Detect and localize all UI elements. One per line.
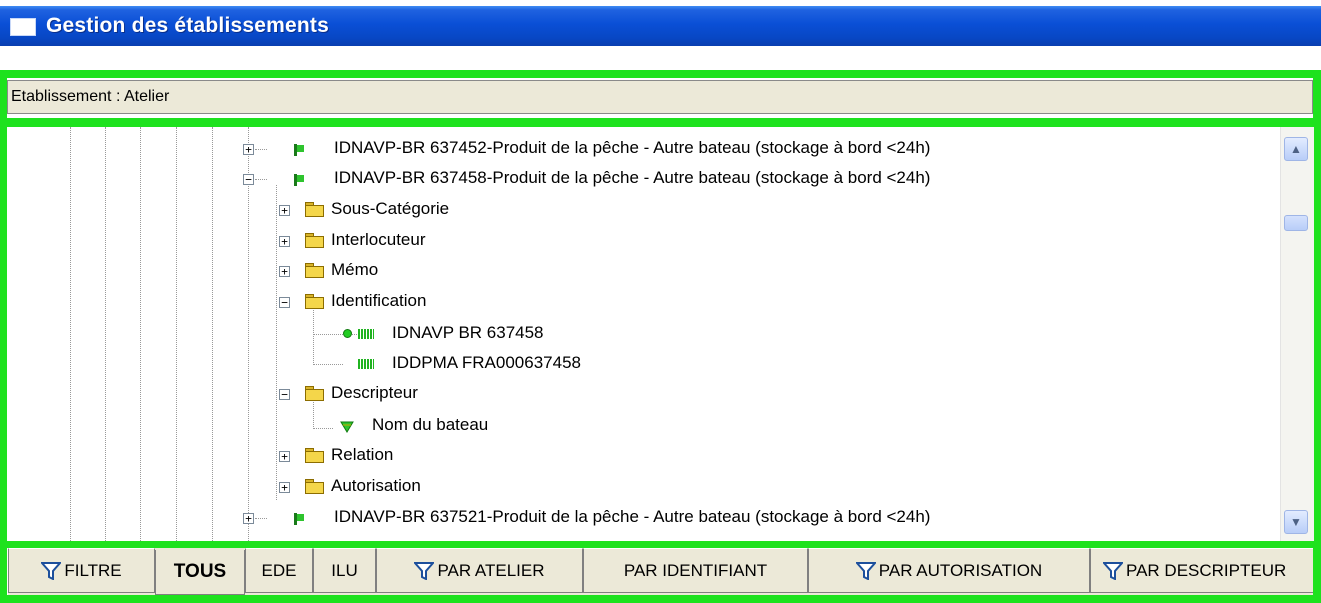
vertical-scrollbar[interactable]: ▲ ▼ bbox=[1280, 127, 1314, 541]
tree-guide bbox=[70, 127, 71, 541]
expand-toggle[interactable]: + bbox=[279, 451, 290, 462]
tree-guide bbox=[248, 127, 249, 541]
tree-guide bbox=[313, 399, 314, 429]
frame-left bbox=[0, 70, 7, 603]
collapse-toggle[interactable]: − bbox=[243, 174, 254, 185]
frame-bottom bbox=[0, 595, 1321, 603]
funnel-icon bbox=[41, 561, 62, 580]
tab-label: PAR AUTORISATION bbox=[878, 560, 1043, 580]
tree-node-identifier[interactable]: IDNAVP BR 637458 bbox=[392, 323, 544, 343]
establishment-icon bbox=[294, 144, 304, 156]
window-titlebar[interactable]: Gestion des établissements bbox=[0, 0, 1321, 46]
tree-connector bbox=[255, 179, 267, 180]
primary-identifier-icon bbox=[343, 329, 352, 338]
tab-par-descripteur[interactable]: PAR DESCRIPTEUR bbox=[1090, 548, 1313, 593]
expand-toggle[interactable]: + bbox=[279, 236, 290, 247]
barcode-icon bbox=[358, 329, 374, 339]
folder-icon bbox=[305, 386, 325, 401]
tab-label: PAR ATELIER bbox=[437, 560, 545, 580]
expand-toggle[interactable]: + bbox=[243, 513, 254, 524]
tree-node-establishment[interactable]: IDNAVP-BR 637452-Produit de la pêche - A… bbox=[334, 138, 930, 158]
tab-label: PAR DESCRIPTEUR bbox=[1126, 560, 1287, 580]
tab-label: PAR IDENTIFIANT bbox=[623, 560, 768, 580]
expand-toggle[interactable]: + bbox=[279, 266, 290, 277]
tree-guide bbox=[140, 127, 141, 541]
tree-node-descripteur[interactable]: Descripteur bbox=[331, 383, 418, 403]
frame-lower bbox=[0, 541, 1321, 548]
etablissement-label: Etablissement : Atelier bbox=[11, 88, 170, 105]
tree-connector bbox=[313, 334, 343, 335]
folder-icon bbox=[305, 263, 325, 278]
tree-connector bbox=[313, 428, 333, 429]
frame-middle bbox=[0, 118, 1321, 127]
tab-filtre[interactable]: FILTRE bbox=[8, 548, 155, 593]
tree-node-relation[interactable]: Relation bbox=[331, 445, 393, 465]
tree-node-sous-categorie[interactable]: Sous-Catégorie bbox=[331, 199, 449, 219]
tree-node-interlocuteur[interactable]: Interlocuteur bbox=[331, 230, 426, 250]
folder-icon bbox=[305, 479, 325, 494]
tab-par-identifiant[interactable]: PAR IDENTIFIANT bbox=[583, 548, 808, 593]
frame-right bbox=[1313, 70, 1321, 603]
tree-guide bbox=[276, 185, 277, 500]
tab-label: TOUS bbox=[173, 561, 227, 582]
etablissement-panel: Etablissement : Atelier bbox=[7, 80, 1313, 114]
funnel-icon bbox=[414, 561, 435, 580]
tree-node-establishment[interactable]: IDNAVP-BR 637521-Produit de la pêche - A… bbox=[334, 507, 930, 527]
expand-toggle[interactable]: + bbox=[279, 205, 290, 216]
folder-icon bbox=[305, 294, 325, 309]
window-icon bbox=[10, 18, 36, 36]
folder-icon bbox=[305, 448, 325, 463]
tree-guide bbox=[105, 127, 106, 541]
tab-par-autorisation[interactable]: PAR AUTORISATION bbox=[808, 548, 1090, 593]
tab-ede[interactable]: EDE bbox=[245, 548, 313, 593]
folder-icon bbox=[305, 233, 325, 248]
tab-ilu[interactable]: ILU bbox=[313, 548, 376, 593]
tree-guide bbox=[313, 307, 314, 365]
establishment-icon bbox=[294, 174, 304, 186]
scroll-thumb[interactable] bbox=[1284, 215, 1308, 231]
folder-icon bbox=[305, 202, 325, 217]
collapse-toggle[interactable]: − bbox=[279, 389, 290, 400]
scroll-up-button[interactable]: ▲ bbox=[1284, 137, 1308, 161]
window-title: Gestion des établissements bbox=[46, 14, 329, 37]
expand-toggle[interactable]: + bbox=[243, 144, 254, 155]
funnel-icon bbox=[855, 561, 876, 580]
tree-connector bbox=[313, 364, 343, 365]
tree-node-autorisation[interactable]: Autorisation bbox=[331, 476, 421, 496]
tree-connector bbox=[255, 518, 267, 519]
expand-toggle[interactable]: + bbox=[279, 482, 290, 493]
tab-label: ILU bbox=[331, 560, 358, 580]
tab-par-atelier[interactable]: PAR ATELIER bbox=[376, 548, 583, 593]
tree-connector bbox=[255, 149, 267, 150]
tab-label: EDE bbox=[261, 560, 297, 580]
tree-guide bbox=[176, 127, 177, 541]
scroll-down-button[interactable]: ▼ bbox=[1284, 510, 1308, 534]
barcode-icon bbox=[358, 359, 374, 369]
tab-tous[interactable]: TOUS bbox=[155, 550, 245, 595]
tree-view[interactable]: + IDNAVP-BR 637452-Produit de la pêche -… bbox=[8, 127, 1280, 541]
tree-node-identification[interactable]: Identification bbox=[331, 291, 426, 311]
funnel-icon bbox=[1103, 561, 1123, 580]
tree-connector bbox=[352, 334, 357, 335]
tree-node-identifier[interactable]: IDDPMA FRA000637458 bbox=[392, 353, 581, 373]
tree-node-descriptor[interactable]: Nom du bateau bbox=[372, 415, 488, 435]
establishment-icon bbox=[294, 513, 304, 525]
tree-node-memo[interactable]: Mémo bbox=[331, 260, 378, 280]
tab-label: FILTRE bbox=[64, 560, 122, 580]
frame-top bbox=[0, 70, 1321, 78]
descriptor-icon bbox=[340, 421, 354, 433]
tree-node-establishment[interactable]: IDNAVP-BR 637458-Produit de la pêche - A… bbox=[334, 168, 930, 188]
tree-guide bbox=[212, 127, 213, 541]
filter-tab-bar: FILTRE TOUS EDE ILU PAR ATELIER PAR IDEN… bbox=[8, 548, 1313, 595]
collapse-toggle[interactable]: − bbox=[279, 297, 290, 308]
